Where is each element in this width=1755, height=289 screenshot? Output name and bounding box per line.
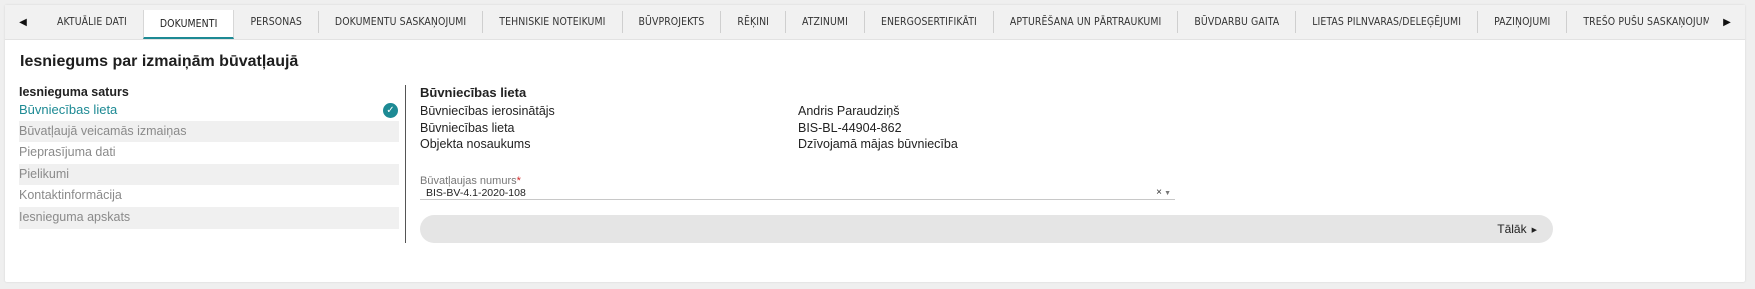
content-nav-item-label: Pieprasījuma dati bbox=[19, 145, 116, 160]
required-mark: * bbox=[516, 175, 521, 187]
permit-number-value: BIS-BV-4.1-2020-108 bbox=[426, 187, 526, 199]
content-nav-item[interactable]: Būvniecības lieta ✓ bbox=[19, 99, 399, 121]
tab-treso-pusu-saskanojumi[interactable]: TREŠO PUŠU SASKAŅOJUMI bbox=[1566, 11, 1709, 33]
tab-dokumentu-saskanojumi[interactable]: DOKUMENTU SASKAŅOJUMI bbox=[317, 11, 482, 33]
footer-bar: Tālāk ▶ bbox=[420, 215, 1553, 243]
content-nav-item-label: Iesnieguma apskats bbox=[19, 209, 131, 224]
tab-tehniskie-noteikumi[interactable]: TEHNISKIE NOTEIKUMI bbox=[482, 11, 621, 33]
tab-energosertifikati[interactable]: ENERGOSERTIFIKĀTI bbox=[863, 11, 993, 33]
tabs-list: AKTUĀLIE DATI DOKUMENTI PERSONAS DOKUMENTU … bbox=[41, 5, 1709, 39]
next-button-label: Tālāk bbox=[1497, 222, 1527, 236]
permit-number-label: Būvatļaujas numurs* bbox=[420, 175, 521, 187]
tab-lietas-pilnvaras[interactable]: LIETAS PILNVARAS/DELEĢĒJUMI bbox=[1295, 11, 1477, 33]
tab-buvprojekts[interactable]: BŪVPROJEKTS bbox=[621, 11, 721, 33]
info-value: Dzīvojamā mājas būvniecība bbox=[798, 137, 958, 151]
clear-icon[interactable]: × bbox=[1156, 187, 1162, 199]
permit-number-select[interactable]: BIS-BV-4.1-2020-108 × ▼ bbox=[420, 187, 1175, 200]
content-nav-item-label: Pielikumi bbox=[19, 166, 70, 181]
check-circle-icon: ✓ bbox=[383, 102, 398, 118]
tab-buvdarbu-gaita[interactable]: BŪVDARBU GAITA bbox=[1177, 11, 1295, 33]
vertical-divider bbox=[405, 85, 406, 243]
next-button[interactable]: Tālāk ▶ bbox=[1497, 215, 1537, 243]
main-panel: ◀ AKTUĀLIE DATI DOKUMENTI PERSONAS DOKUMENT… bbox=[5, 5, 1745, 282]
tab-rekini[interactable]: RĒĶINI bbox=[720, 11, 785, 33]
tab-personas[interactable]: PERSONAS bbox=[234, 11, 317, 33]
info-value: BIS-BL-44904-862 bbox=[798, 121, 902, 135]
chevron-down-icon[interactable]: ▼ bbox=[1164, 188, 1171, 200]
tab-dokumenti[interactable]: DOKUMENTI bbox=[142, 10, 235, 39]
tab-pazinojumi[interactable]: PAZIŅOJUMI bbox=[1477, 11, 1566, 33]
permit-number-label-text: Būvatļaujas numurs bbox=[420, 175, 517, 187]
tab-apturesana[interactable]: APTURĒŠANA UN PĀRTRAUKUMI bbox=[992, 11, 1177, 33]
content-navigation: Iesnieguma saturs Būvniecības lieta ✓ Būva… bbox=[19, 85, 399, 229]
content-nav-item[interactable]: Kontaktinformācija bbox=[19, 185, 399, 207]
tab-atzinumi[interactable]: ATZINUMI bbox=[785, 11, 864, 33]
tabs-scroll-right-icon[interactable]: ▶ bbox=[1709, 5, 1745, 39]
info-value: Andris Paraudziņš bbox=[798, 104, 900, 118]
content-nav-item[interactable]: Būvatļaujā veicamās izmaiņas bbox=[19, 120, 399, 143]
info-key: Būvniecības lieta bbox=[420, 121, 515, 135]
content-nav-item[interactable]: Pielikumi bbox=[19, 163, 399, 186]
content-nav-item-label: Būvatļaujā veicamās izmaiņas bbox=[19, 123, 187, 138]
content-nav-item[interactable]: Pieprasījuma dati bbox=[19, 142, 399, 164]
content-navigation-heading: Iesnieguma saturs bbox=[19, 85, 129, 99]
info-key: Objekta nosaukums bbox=[420, 137, 531, 151]
content-nav-item[interactable]: Iesnieguma apskats bbox=[19, 206, 399, 229]
info-key: Būvniecības ierosinātājs bbox=[420, 104, 555, 118]
triangle-right-icon: ▶ bbox=[1531, 227, 1537, 234]
content-nav-item-label: Būvniecības lieta bbox=[19, 102, 118, 117]
tab-aktualie-dati[interactable]: AKTUĀLIE DATI bbox=[41, 11, 143, 33]
tabs-scroll-left-icon[interactable]: ◀ bbox=[5, 5, 41, 39]
main-content: Būvniecības lieta Būvniecības ierosinātā… bbox=[420, 85, 1175, 200]
page-title: Iesniegums par izmaiņām būvatļaujā bbox=[20, 53, 299, 70]
content-nav-item-label: Kontaktinformācija bbox=[19, 188, 122, 203]
tab-bar: ◀ AKTUĀLIE DATI DOKUMENTI PERSONAS DOKUMENT… bbox=[5, 5, 1745, 40]
section-title: Būvniecības lieta bbox=[420, 85, 527, 100]
